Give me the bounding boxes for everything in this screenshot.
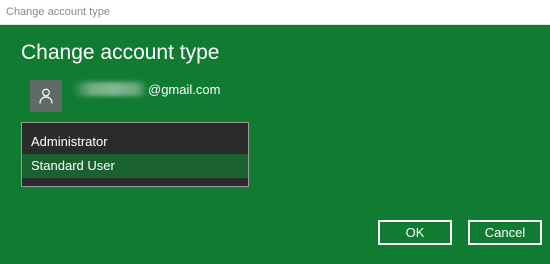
- window-title: Change account type: [6, 6, 110, 18]
- person-icon-glyph: [39, 88, 53, 104]
- account-type-dropdown[interactable]: Administrator Standard User: [21, 122, 249, 187]
- dialog-heading: Change account type: [21, 41, 220, 64]
- option-administrator[interactable]: Administrator: [22, 130, 248, 154]
- option-standard-user[interactable]: Standard User: [22, 154, 248, 178]
- redacted-username: [72, 82, 148, 96]
- email-domain: @gmail.com: [148, 81, 221, 97]
- person-icon: [30, 80, 62, 112]
- title-bar[interactable]: Change account type: [0, 0, 550, 25]
- cancel-button[interactable]: Cancel: [468, 220, 542, 245]
- change-account-type-window: Change account type Change account type …: [0, 0, 550, 264]
- ok-button[interactable]: OK: [378, 220, 452, 245]
- account-email: @gmail.com: [72, 80, 220, 98]
